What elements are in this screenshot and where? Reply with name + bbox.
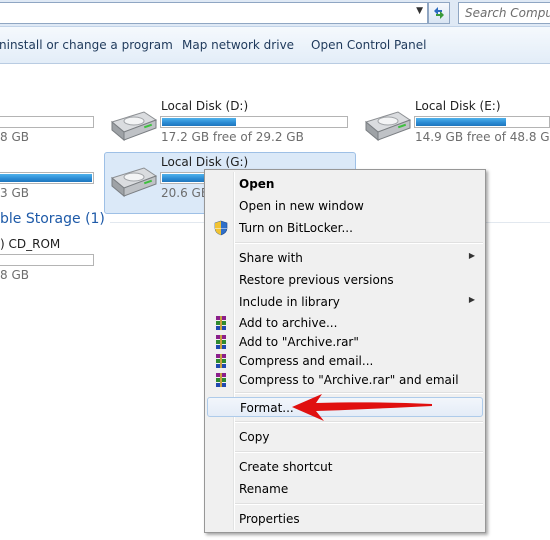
drive-usage-fill bbox=[162, 118, 237, 126]
menu-item-compress-to-archive-rar-and-email[interactable]: Compress to "Archive.rar" and email bbox=[207, 370, 483, 390]
menu-item-copy[interactable]: Copy bbox=[207, 427, 483, 447]
menu-item-label: Add to archive... bbox=[239, 316, 338, 330]
drive-usage-bar bbox=[160, 116, 348, 128]
menu-separator bbox=[235, 503, 483, 505]
menu-item-add-to-archive-rar[interactable]: Add to "Archive.rar" bbox=[207, 332, 483, 352]
menu-item-label: Turn on BitLocker... bbox=[239, 221, 353, 235]
context-menu: Open Open in new window Turn on BitLocke… bbox=[204, 169, 486, 533]
menu-item-label: Compress to "Archive.rar" and email bbox=[239, 373, 459, 387]
menu-separator bbox=[235, 242, 483, 244]
search-placeholder: Search Computer bbox=[465, 6, 550, 20]
menu-item-properties[interactable]: Properties bbox=[207, 509, 483, 529]
menu-item-label: Rename bbox=[239, 482, 289, 496]
menu-item-bitlocker[interactable]: Turn on BitLocker... bbox=[207, 218, 483, 238]
hard-disk-icon bbox=[110, 111, 158, 142]
menu-item-compress-and-email[interactable]: Compress and email... bbox=[207, 351, 483, 371]
menu-item-open[interactable]: Open bbox=[207, 174, 483, 194]
drive-name: ) CD_ROM bbox=[0, 237, 61, 251]
address-field[interactable]: ▼ bbox=[0, 2, 428, 24]
drive-usage-bar bbox=[0, 254, 94, 266]
address-dropdown-icon[interactable]: ▼ bbox=[416, 6, 423, 16]
menu-item-rename[interactable]: Rename bbox=[207, 479, 483, 499]
red-arrow-annotation-icon bbox=[292, 394, 432, 421]
submenu-arrow-icon: ▶ bbox=[468, 251, 475, 260]
menu-item-label: Properties bbox=[239, 512, 300, 526]
hard-disk-icon bbox=[364, 111, 412, 142]
drive-usage-bar bbox=[0, 116, 94, 128]
address-bar: ▼ Search Computer bbox=[0, 0, 550, 27]
map-network-drive-button[interactable]: Map network drive bbox=[182, 38, 294, 52]
submenu-arrow-icon: ▶ bbox=[468, 295, 475, 304]
uninstall-program-button[interactable]: ninstall or change a program bbox=[0, 38, 173, 52]
group-heading-removable-storage[interactable]: ble Storage (1) bbox=[0, 211, 105, 227]
menu-item-label: Copy bbox=[239, 430, 270, 444]
menu-item-label: Open in new window bbox=[239, 199, 364, 213]
winrar-icon bbox=[216, 335, 226, 349]
winrar-icon bbox=[216, 316, 226, 330]
drive-size-text: 8 GB bbox=[0, 268, 29, 282]
drive-name: Local Disk (G:) bbox=[161, 155, 249, 169]
command-bar: ninstall or change a program Map network… bbox=[0, 27, 550, 64]
menu-item-add-to-archive[interactable]: Add to archive... bbox=[207, 313, 483, 333]
menu-item-label: Add to "Archive.rar" bbox=[239, 335, 359, 349]
menu-item-label: Include in library bbox=[239, 295, 340, 309]
drive-name: Local Disk (E:) bbox=[415, 99, 501, 113]
menu-item-share-with[interactable]: Share with ▶ bbox=[207, 248, 483, 268]
drive-size-text: 3 GB bbox=[0, 186, 29, 200]
search-input[interactable]: Search Computer bbox=[458, 2, 550, 24]
open-control-panel-button[interactable]: Open Control Panel bbox=[311, 38, 426, 52]
menu-separator bbox=[235, 451, 483, 453]
menu-item-label: Compress and email... bbox=[239, 354, 374, 368]
menu-item-include-in-library[interactable]: Include in library ▶ bbox=[207, 292, 483, 312]
drive-usage-fill bbox=[0, 174, 92, 182]
drive-size-text: 8 GB bbox=[0, 130, 29, 144]
hard-disk-icon bbox=[110, 167, 158, 198]
refresh-button[interactable] bbox=[428, 2, 450, 24]
drive-usage-bar bbox=[0, 172, 94, 184]
shield-icon bbox=[214, 220, 228, 236]
drive-size-text: 20.6 GB bbox=[161, 186, 210, 200]
menu-item-label: Share with bbox=[239, 251, 303, 265]
winrar-icon bbox=[216, 354, 226, 368]
drive-usage-bar bbox=[414, 116, 550, 128]
menu-item-create-shortcut[interactable]: Create shortcut bbox=[207, 457, 483, 477]
winrar-icon bbox=[216, 373, 226, 387]
menu-item-restore-previous-versions[interactable]: Restore previous versions bbox=[207, 270, 483, 290]
drive-name: Local Disk (D:) bbox=[161, 99, 249, 113]
drive-size-text: 17.2 GB free of 29.2 GB bbox=[161, 130, 304, 144]
refresh-icon bbox=[434, 7, 444, 19]
menu-item-label: Restore previous versions bbox=[239, 273, 394, 287]
drive-usage-fill bbox=[416, 118, 507, 126]
drive-size-text: 14.9 GB free of 48.8 GB bbox=[415, 130, 550, 144]
menu-item-label: Format... bbox=[240, 401, 294, 415]
menu-item-open-new-window[interactable]: Open in new window bbox=[207, 196, 483, 216]
menu-item-label: Create shortcut bbox=[239, 460, 333, 474]
menu-item-label: Open bbox=[239, 177, 275, 191]
